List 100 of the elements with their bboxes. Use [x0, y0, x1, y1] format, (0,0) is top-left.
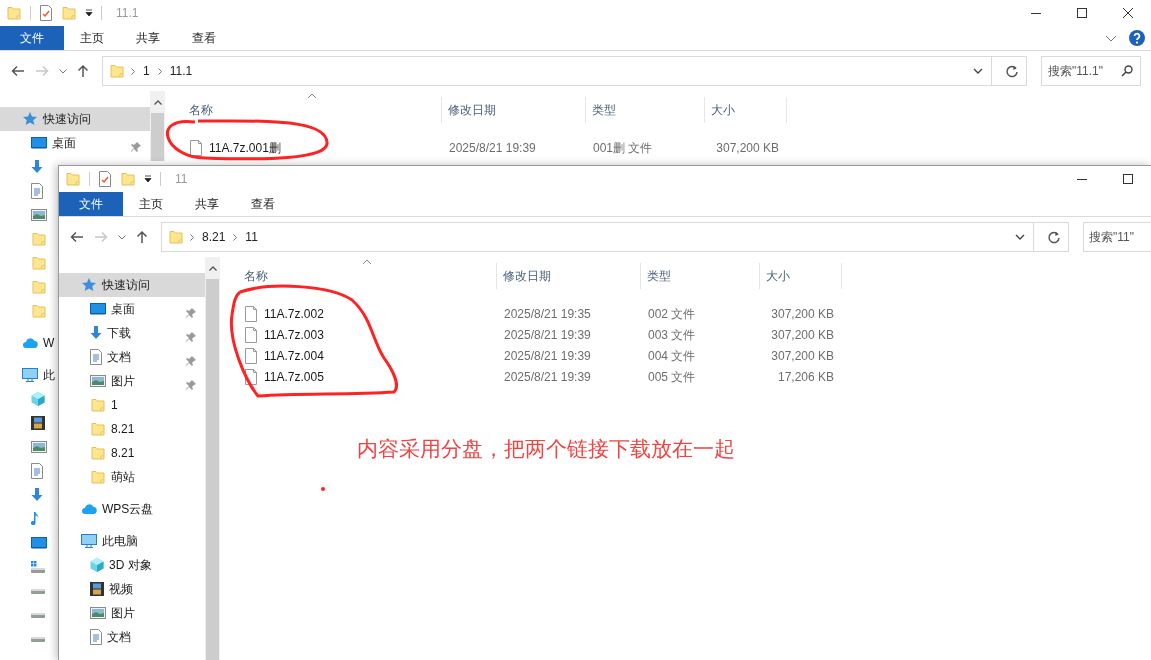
pin-icon[interactable] [185, 354, 197, 367]
breadcrumb[interactable]: 11.1 [167, 62, 195, 80]
sidebar-item[interactable]: 图片 [59, 601, 205, 625]
chevron-down-icon[interactable] [972, 68, 983, 74]
chevron-right-icon [131, 67, 135, 75]
maximize-icon[interactable] [1077, 8, 1087, 18]
column-header[interactable]: 类型 [641, 263, 760, 289]
column-header[interactable]: 修改日期 [497, 263, 641, 289]
chevron-down-icon[interactable] [59, 68, 67, 74]
sidebar-item[interactable]: 萌站 [59, 465, 205, 489]
minimize-icon[interactable] [1031, 12, 1041, 14]
sidebar-item[interactable]: 8.21 [59, 417, 205, 441]
refresh-icon[interactable] [1047, 230, 1061, 244]
ribbon-tab[interactable]: 文件 [59, 192, 123, 216]
sidebar-item[interactable]: 文档 [59, 625, 205, 649]
file-name[interactable]: 11A.7z.002 [220, 304, 497, 323]
ribbon-tab[interactable]: 查看 [176, 26, 232, 50]
column-header[interactable]: 修改日期 [442, 97, 586, 123]
back-arrow-icon[interactable] [70, 231, 84, 243]
scrollbar[interactable] [205, 257, 220, 660]
address-bar[interactable]: 8.21 11 [161, 222, 1069, 252]
folder-icon [90, 445, 106, 461]
picture-icon [90, 375, 106, 387]
scroll-up-icon[interactable] [208, 265, 217, 271]
sidebar-item[interactable]: 桌面 [0, 131, 150, 155]
ribbon-tab[interactable]: 主页 [123, 192, 179, 216]
address-bar[interactable]: 1 11.1 [102, 56, 1027, 86]
document-icon [31, 463, 43, 479]
column-header[interactable]: 类型 [586, 97, 705, 123]
sidebar-item[interactable]: 视频 [59, 577, 205, 601]
chevron-down-icon[interactable] [118, 234, 126, 240]
search-icon[interactable] [1121, 65, 1133, 77]
pin-icon[interactable] [130, 140, 142, 153]
sidebar-item[interactable]: 此电脑 [59, 529, 205, 553]
sidebar-item[interactable]: WPS云盘 [59, 497, 205, 521]
star-icon [22, 111, 38, 127]
folder-icon [31, 279, 47, 295]
pin-icon[interactable] [185, 378, 197, 391]
scrollbar[interactable] [150, 91, 165, 161]
column-header[interactable]: 名称 [165, 97, 442, 123]
table-cell-text: 004 文件 [647, 347, 697, 365]
properties-icon[interactable] [39, 5, 53, 21]
file-icon [244, 347, 258, 364]
file-name[interactable]: 11A.7z.003 [220, 325, 497, 344]
computer-icon [81, 533, 97, 549]
file-name[interactable]: 11A.7z.001删 [165, 138, 442, 157]
minimize-icon[interactable] [1077, 178, 1087, 180]
file-name[interactable]: 11A.7z.004 [220, 346, 497, 365]
sidebar-item[interactable]: 文档 [59, 345, 205, 369]
dropdown-icon[interactable] [85, 9, 93, 17]
table-cell-text: 2025/8/21 19:35 [503, 305, 592, 323]
ribbon-tab[interactable]: 共享 [120, 26, 176, 50]
window-title: 11.1 [116, 5, 139, 22]
table-cell-text: 2025/8/21 19:39 [448, 139, 537, 157]
column-header[interactable]: 大小 [705, 97, 787, 123]
sidebar-item[interactable]: 此 [0, 363, 55, 387]
maximize-icon[interactable] [1123, 174, 1133, 184]
sidebar-item[interactable]: 1 [59, 393, 205, 417]
up-arrow-icon[interactable] [77, 64, 89, 78]
drive-icon [31, 612, 45, 618]
breadcrumb[interactable]: 11 [243, 228, 260, 246]
file-name[interactable]: 11A.7z.005 [220, 367, 497, 386]
picture-icon [31, 209, 47, 221]
sidebar-item[interactable]: 图片 [59, 369, 205, 393]
search-field[interactable]: 搜索"11.1" [1041, 56, 1141, 86]
table-cell-text: 002 文件 [647, 305, 697, 323]
help-icon[interactable] [1129, 30, 1145, 46]
sidebar-item[interactable]: 下载 [59, 321, 205, 345]
close-icon[interactable] [1123, 8, 1133, 18]
properties-icon[interactable] [98, 171, 112, 187]
back-arrow-icon[interactable] [11, 65, 25, 77]
sidebar-item[interactable]: 快速访问 [59, 273, 205, 297]
ribbon-tab[interactable]: 查看 [235, 192, 291, 216]
ribbon-tab[interactable]: 共享 [179, 192, 235, 216]
refresh-icon[interactable] [1005, 64, 1019, 78]
ribbon-tab[interactable]: 主页 [64, 26, 120, 50]
desktop-icon [90, 303, 106, 315]
chevron-down-icon[interactable] [1014, 234, 1025, 240]
breadcrumb[interactable]: 8.21 [200, 228, 228, 246]
column-header[interactable]: 大小 [760, 263, 842, 289]
folder-icon [120, 171, 136, 187]
chevron-down-icon[interactable] [1105, 34, 1117, 42]
desktop-icon [31, 537, 47, 549]
sidebar-item[interactable]: 桌面 [59, 297, 205, 321]
sidebar-item[interactable]: 快速访问 [0, 107, 150, 131]
breadcrumb[interactable]: 1 [141, 62, 152, 80]
table-cell-text: 2025/8/21 19:39 [503, 326, 592, 344]
dropdown-icon[interactable] [144, 175, 152, 183]
sidebar-item[interactable]: 8.21 [59, 441, 205, 465]
pin-icon[interactable] [185, 306, 197, 319]
ribbon-tab[interactable]: 文件 [0, 26, 64, 50]
up-arrow-icon[interactable] [136, 230, 148, 244]
scroll-up-icon[interactable] [153, 99, 162, 105]
folder-icon [90, 421, 106, 437]
column-header[interactable]: 名称 [220, 263, 497, 289]
cube-icon [31, 392, 45, 406]
pin-icon[interactable] [185, 330, 197, 343]
sidebar-item[interactable]: 3D 对象 [59, 553, 205, 577]
search-field[interactable]: 搜索"11" [1083, 222, 1151, 252]
sidebar-item[interactable]: W [0, 331, 55, 355]
